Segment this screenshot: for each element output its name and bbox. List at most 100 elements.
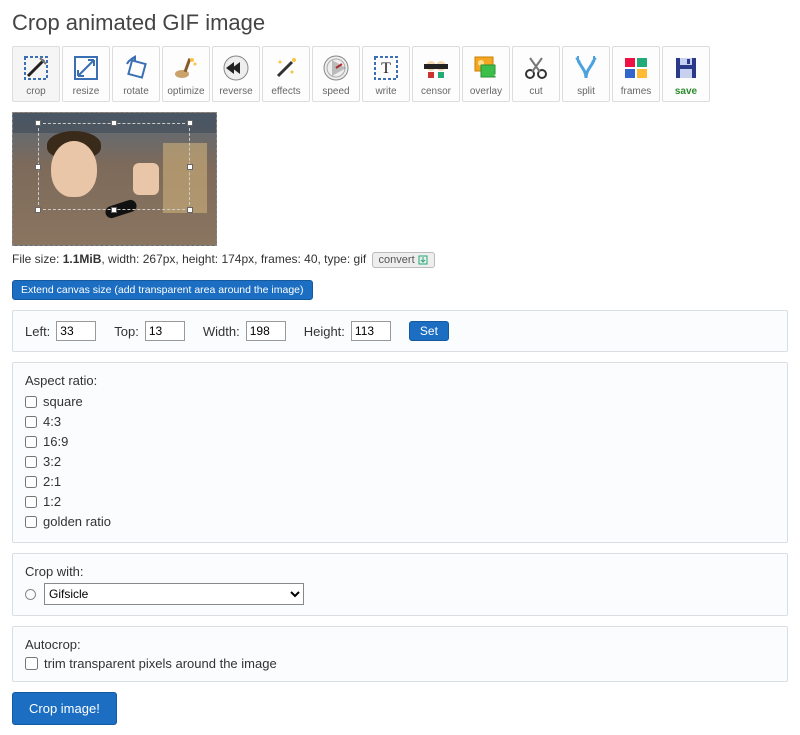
aspect-option-label: 2:1 (43, 472, 61, 492)
tool-reverse[interactable]: reverse (212, 46, 260, 102)
crop-handle-n[interactable] (111, 120, 117, 126)
tool-speed[interactable]: speed (312, 46, 360, 102)
aspect-option: 4:3 (25, 412, 775, 432)
tool-label: reverse (219, 86, 252, 97)
aspect-4-3-checkbox[interactable] (25, 416, 37, 428)
tool-label: split (577, 86, 595, 97)
crop-handle-nw[interactable] (35, 120, 41, 126)
rotate-icon (120, 52, 152, 84)
set-button[interactable]: Set (409, 321, 449, 341)
svg-text:T: T (381, 60, 391, 77)
image-preview[interactable] (12, 112, 217, 246)
crop-with-panel: Crop with: Gifsicle (12, 553, 788, 616)
tool-frames[interactable]: frames (612, 46, 660, 102)
tool-label: speed (322, 86, 349, 97)
top-label: Top: (114, 324, 139, 339)
aspect-option: 2:1 (25, 472, 775, 492)
aspect-option-label: square (43, 392, 83, 412)
aspect-16-9-checkbox[interactable] (25, 436, 37, 448)
tool-label: optimize (167, 86, 204, 97)
crop-handle-se[interactable] (187, 207, 193, 213)
aspect-3-2-checkbox[interactable] (25, 456, 37, 468)
crop-with-label: Crop with: (25, 564, 775, 579)
tool-label: crop (26, 86, 45, 97)
crop-with-select[interactable]: Gifsicle (44, 583, 304, 605)
crop-image-button[interactable]: Crop image! (12, 692, 117, 725)
aspect-option: golden ratio (25, 512, 775, 532)
crop-selection[interactable] (38, 123, 190, 210)
top-input[interactable] (145, 321, 185, 341)
aspect-option: square (25, 392, 775, 412)
toolbar: crop resize rotate optimize reverse effe… (12, 46, 788, 102)
coordinates-panel: Left: Top: Width: Height: Set (12, 310, 788, 352)
file-info: File size: 1.1MiB, width: 267px, height:… (12, 252, 788, 268)
autocrop-panel: Autocrop: trim transparent pixels around… (12, 626, 788, 682)
width-input[interactable] (246, 321, 286, 341)
aspect-golden-checkbox[interactable] (25, 516, 37, 528)
crop-handle-sw[interactable] (35, 207, 41, 213)
aspect-2-1-checkbox[interactable] (25, 476, 37, 488)
tool-label: cut (529, 86, 542, 97)
file-info-prefix: File size: (12, 252, 63, 266)
overlay-icon: + (470, 52, 502, 84)
tool-write[interactable]: Twrite (362, 46, 410, 102)
tool-effects[interactable]: effects (262, 46, 310, 102)
download-icon (418, 255, 428, 265)
cut-icon (520, 52, 552, 84)
crop-with-radio[interactable] (25, 589, 36, 600)
write-icon: T (370, 52, 402, 84)
tool-label: effects (271, 86, 300, 97)
tool-label: overlay (470, 86, 502, 97)
optimize-icon (170, 52, 202, 84)
speed-icon (320, 52, 352, 84)
tool-save[interactable]: save (662, 46, 710, 102)
tool-censor[interactable]: censor (412, 46, 460, 102)
aspect-option-label: 1:2 (43, 492, 61, 512)
tool-cut[interactable]: cut (512, 46, 560, 102)
tool-label: write (375, 86, 396, 97)
svg-text:+: + (494, 70, 500, 82)
aspect-option: 16:9 (25, 432, 775, 452)
tool-overlay[interactable]: + overlay (462, 46, 510, 102)
tool-label: censor (421, 86, 451, 97)
height-label: Height: (304, 324, 345, 339)
aspect-square-checkbox[interactable] (25, 396, 37, 408)
save-icon (670, 52, 702, 84)
resize-icon (70, 52, 102, 84)
reverse-icon (220, 52, 252, 84)
file-size: 1.1MiB (63, 252, 102, 266)
crop-handle-ne[interactable] (187, 120, 193, 126)
effects-icon (270, 52, 302, 84)
autocrop-trim-checkbox[interactable] (25, 657, 38, 670)
crop-handle-w[interactable] (35, 164, 41, 170)
convert-button[interactable]: convert (372, 252, 435, 268)
tool-resize[interactable]: resize (62, 46, 110, 102)
tool-label: resize (73, 86, 100, 97)
aspect-option-label: 3:2 (43, 452, 61, 472)
aspect-option-label: golden ratio (43, 512, 111, 532)
tool-split[interactable]: split (562, 46, 610, 102)
convert-label: convert (379, 254, 415, 266)
extend-canvas-button[interactable]: Extend canvas size (add transparent area… (12, 280, 313, 300)
autocrop-label: Autocrop: (25, 637, 775, 652)
crop-handle-s[interactable] (111, 207, 117, 213)
crop-icon (20, 52, 52, 84)
censor-icon (420, 52, 452, 84)
tool-label: rotate (123, 86, 149, 97)
aspect-ratio-panel: Aspect ratio: square 4:3 16:9 3:2 2:1 1:… (12, 362, 788, 543)
crop-handle-e[interactable] (187, 164, 193, 170)
aspect-1-2-checkbox[interactable] (25, 496, 37, 508)
aspect-option: 3:2 (25, 452, 775, 472)
page-title: Crop animated GIF image (12, 10, 788, 36)
tool-crop[interactable]: crop (12, 46, 60, 102)
split-icon (570, 52, 602, 84)
aspect-ratio-label: Aspect ratio: (25, 373, 775, 388)
width-label: Width: (203, 324, 240, 339)
height-input[interactable] (351, 321, 391, 341)
tool-optimize[interactable]: optimize (162, 46, 210, 102)
aspect-option-label: 4:3 (43, 412, 61, 432)
left-input[interactable] (56, 321, 96, 341)
tool-rotate[interactable]: rotate (112, 46, 160, 102)
tool-label: save (675, 86, 697, 97)
aspect-option: 1:2 (25, 492, 775, 512)
